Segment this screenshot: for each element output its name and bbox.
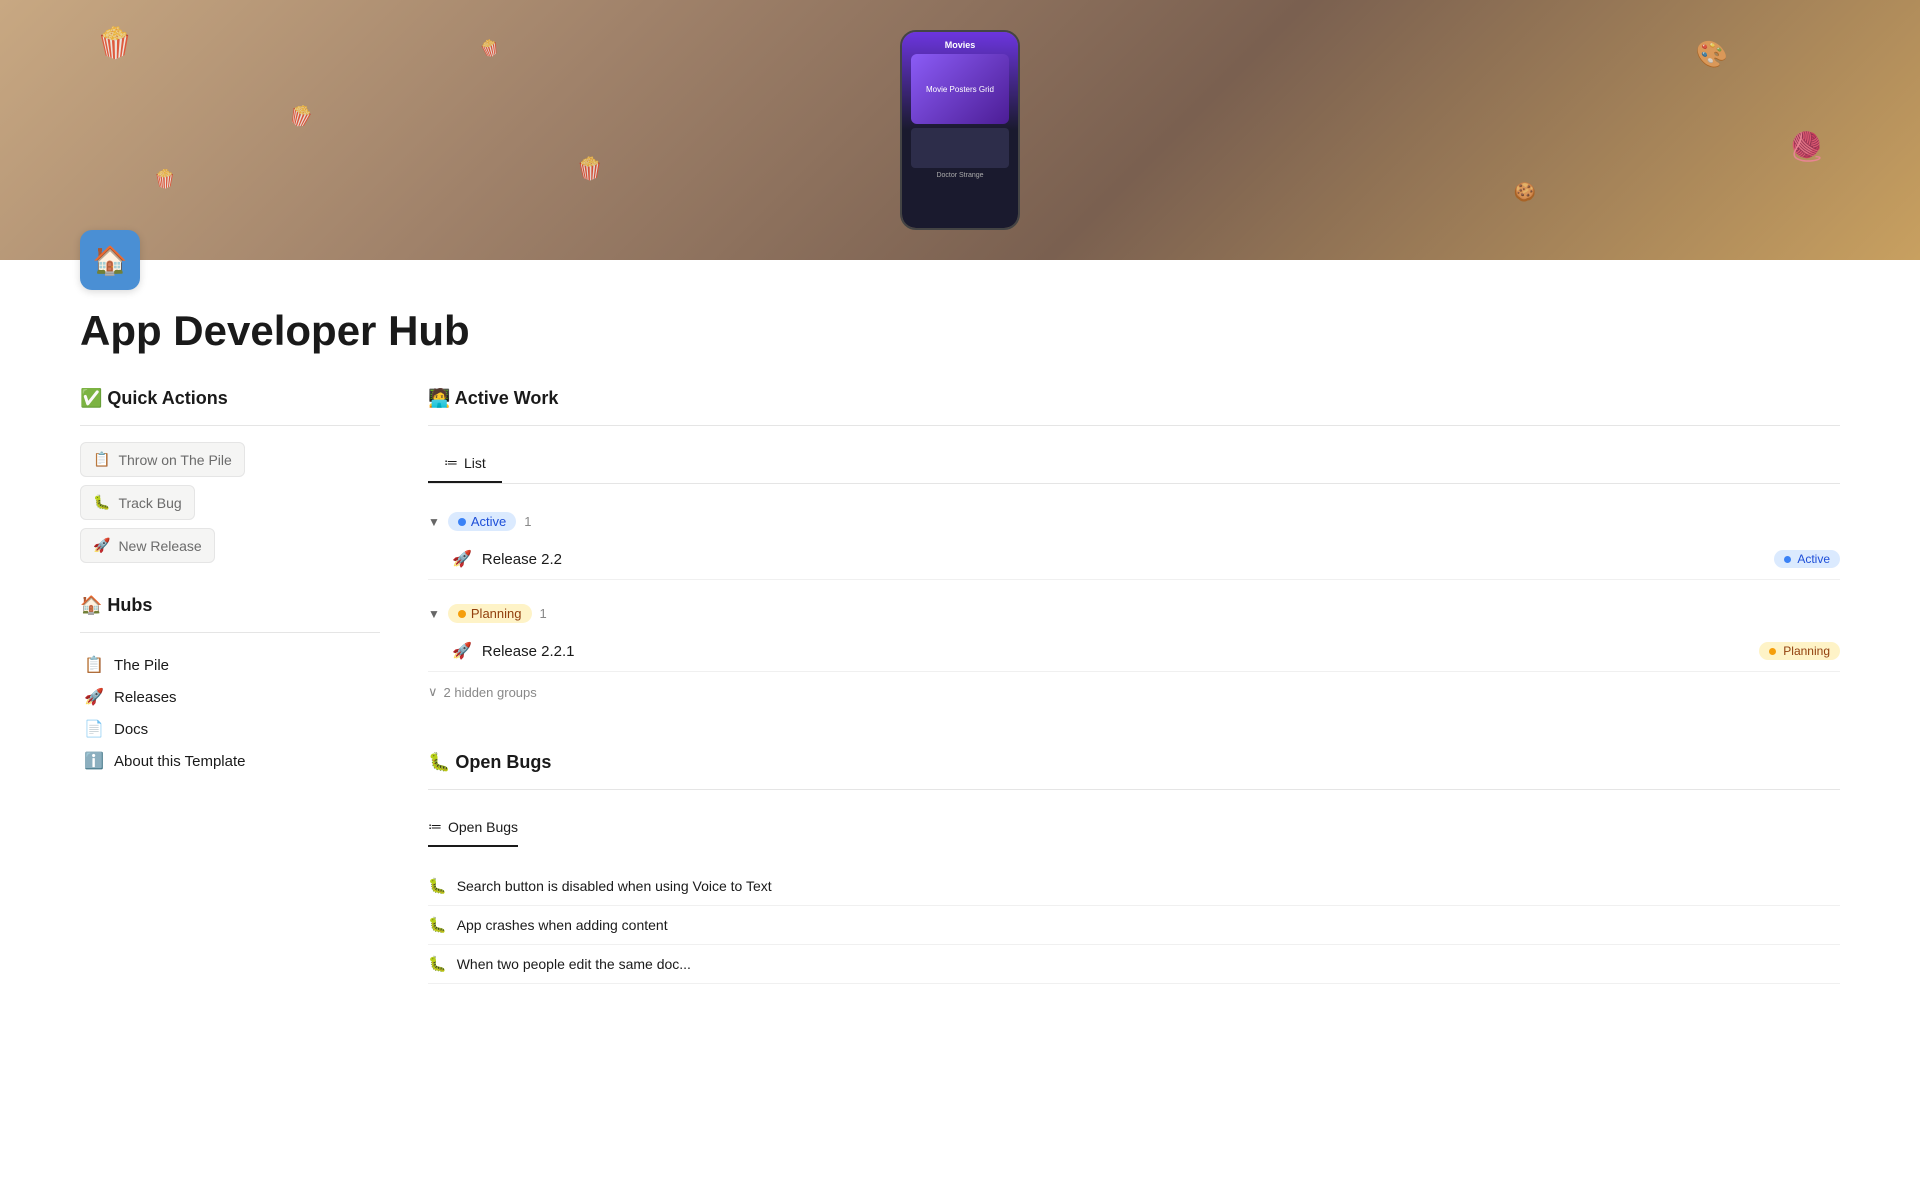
planning-group-count: 1 — [540, 606, 547, 621]
active-group-count: 1 — [524, 514, 531, 529]
open-bugs-header: 🐛 Open Bugs — [428, 752, 1840, 773]
open-bugs-tab-label: Open Bugs — [448, 819, 518, 835]
docs-label: Docs — [114, 721, 148, 738]
hero-phone-mockup: Movies Movie Posters Grid Doctor Strange — [900, 30, 1020, 230]
item-release-2-2[interactable]: 🚀 Release 2.2 Active — [428, 539, 1840, 580]
active-dot — [458, 518, 466, 526]
throw-pile-label: Throw on The Pile — [118, 452, 231, 468]
new-release-icon: 🚀 — [93, 537, 110, 554]
open-bugs-section: 🐛 Open Bugs ≔ Open Bugs 🐛 Search button … — [428, 752, 1840, 984]
throw-on-pile-button[interactable]: 📋 Throw on The Pile — [80, 442, 245, 477]
bug-3-label: When two people edit the same doc... — [457, 956, 691, 972]
active-group-toggle: ▼ — [428, 515, 440, 529]
page-icon-area: 🏠 — [0, 230, 1920, 290]
hidden-groups-toggle[interactable]: ∨ 2 hidden groups — [428, 672, 1840, 712]
hubs-divider — [80, 632, 380, 633]
open-bugs-divider — [428, 789, 1840, 790]
planning-group-header[interactable]: ▼ Planning 1 — [428, 596, 1840, 631]
active-group-header[interactable]: ▼ Active 1 — [428, 504, 1840, 539]
page-icon: 🏠 — [80, 230, 140, 290]
planning-group-toggle: ▼ — [428, 607, 440, 621]
planning-status-badge: Planning — [448, 604, 532, 623]
hub-item-about-template[interactable]: ℹ️ About this Template — [80, 745, 380, 777]
new-release-label: New Release — [118, 538, 201, 554]
active-work-header: 🧑‍💻 Active Work — [428, 388, 1840, 409]
releases-label: Releases — [114, 689, 177, 706]
chevron-down-icon: ∨ — [428, 684, 438, 700]
bug-item-2[interactable]: 🐛 App crashes when adding content — [428, 906, 1840, 945]
bug-3-icon: 🐛 — [428, 955, 447, 973]
active-work-view-tabs: ≔ List — [428, 446, 1840, 484]
hub-item-docs[interactable]: 📄 Docs — [80, 713, 380, 745]
active-work-section: 🧑‍💻 Active Work ≔ List ▼ Active 1 — [428, 388, 1840, 712]
the-pile-icon: 📋 — [84, 655, 104, 675]
hubs-section: 🏠 Hubs 📋 The Pile 🚀 Releases 📄 Docs ℹ️ A… — [80, 595, 380, 777]
bug-item-3[interactable]: 🐛 When two people edit the same doc... — [428, 945, 1840, 984]
hidden-groups-label: 2 hidden groups — [444, 685, 537, 700]
release-2-2-icon: 🚀 — [452, 549, 472, 569]
quick-actions-list: 📋 Throw on The Pile 🐛 Track Bug 🚀 New Re… — [80, 442, 380, 563]
hero-banner: 🍿 🍿 🍿 🍿 🍿 🎨 🧶 🍪 Movies Movie Posters Gri… — [0, 0, 1920, 260]
left-panel: ✅ Quick Actions 📋 Throw on The Pile 🐛 Tr… — [80, 388, 380, 1024]
bug-1-icon: 🐛 — [428, 877, 447, 895]
release-2-2-status: Active — [1774, 550, 1840, 568]
hubs-header: 🏠 Hubs — [80, 595, 380, 616]
throw-pile-icon: 📋 — [93, 451, 110, 468]
open-bugs-tab[interactable]: ≔ Open Bugs — [428, 810, 518, 847]
hub-item-the-pile[interactable]: 📋 The Pile — [80, 649, 380, 681]
bug-2-icon: 🐛 — [428, 916, 447, 934]
item-release-2-2-1[interactable]: 🚀 Release 2.2.1 Planning — [428, 631, 1840, 672]
list-tab-icon: ≔ — [444, 454, 458, 471]
about-icon: ℹ️ — [84, 751, 104, 771]
tab-list[interactable]: ≔ List — [428, 446, 502, 483]
docs-icon: 📄 — [84, 719, 104, 739]
hub-item-releases[interactable]: 🚀 Releases — [80, 681, 380, 713]
bug-2-label: App crashes when adding content — [457, 917, 668, 933]
bug-1-label: Search button is disabled when using Voi… — [457, 878, 772, 894]
open-bugs-tab-icon: ≔ — [428, 818, 442, 835]
release-2-2-1-icon: 🚀 — [452, 641, 472, 661]
page-title: App Developer Hub — [0, 290, 1920, 356]
release-2-2-1-status: Planning — [1759, 642, 1840, 660]
track-bug-label: Track Bug — [118, 495, 181, 511]
track-bug-icon: 🐛 — [93, 494, 110, 511]
new-release-button[interactable]: 🚀 New Release — [80, 528, 215, 563]
right-panel: 🧑‍💻 Active Work ≔ List ▼ Active 1 — [428, 388, 1840, 1024]
release-2-2-label: Release 2.2 — [482, 551, 562, 568]
active-work-divider — [428, 425, 1840, 426]
quick-actions-header: ✅ Quick Actions — [80, 388, 380, 409]
the-pile-label: The Pile — [114, 657, 169, 674]
about-label: About this Template — [114, 753, 245, 770]
release-2-2-1-label: Release 2.2.1 — [482, 643, 575, 660]
track-bug-button[interactable]: 🐛 Track Bug — [80, 485, 195, 520]
active-status-badge: Active — [448, 512, 516, 531]
quick-actions-divider — [80, 425, 380, 426]
releases-icon: 🚀 — [84, 687, 104, 707]
list-tab-label: List — [464, 455, 486, 471]
bug-item-1[interactable]: 🐛 Search button is disabled when using V… — [428, 867, 1840, 906]
planning-dot — [458, 610, 466, 618]
